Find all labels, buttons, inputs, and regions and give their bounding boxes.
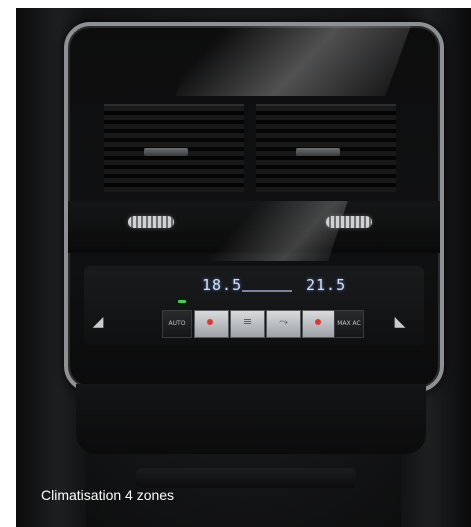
fan-level-display — [242, 278, 292, 292]
rear-console-housing: 18.5 21.5 ◢ AUTO ≡ ⤳ MAX AC ◣ — [64, 22, 444, 392]
fan-icon: ≡ — [242, 315, 253, 328]
top-border — [0, 0, 471, 8]
climate-button-row: ≡ ⤳ — [194, 310, 338, 338]
airflow-icon: ⤳ — [279, 315, 288, 328]
airflow-button: ⤳ — [266, 310, 301, 338]
storage-tray — [136, 468, 356, 488]
max-ac-button: MAX AC — [334, 310, 364, 338]
image-caption: Climatisation 4 zones — [41, 487, 175, 503]
climate-control-panel: 18.5 21.5 ◢ AUTO ≡ ⤳ MAX AC ◣ — [84, 266, 424, 346]
vent-slider-left — [144, 148, 188, 156]
reading-light-left — [128, 216, 174, 228]
temp-right-button — [302, 310, 337, 338]
air-vent-right — [256, 104, 396, 192]
console-trim-band — [68, 201, 440, 261]
vent-slider-right — [296, 148, 340, 156]
console-lower-trim — [76, 384, 426, 454]
reading-light-right — [326, 216, 372, 228]
glass-reflection — [175, 26, 411, 96]
heat-left-icon — [207, 319, 213, 325]
heat-right-icon — [315, 319, 321, 325]
temperature-right-display: 21.5 — [306, 276, 347, 294]
fan-button: ≡ — [230, 310, 265, 338]
seat-heat-left-icon: ◢ — [92, 314, 104, 330]
seat-heat-right-icon: ◣ — [394, 314, 406, 330]
car-rear-console-photo: 18.5 21.5 ◢ AUTO ≡ ⤳ MAX AC ◣ — [16, 8, 471, 527]
auto-led-indicator — [178, 300, 186, 303]
trim-reflection — [208, 201, 348, 261]
air-vent-left — [104, 104, 244, 192]
temperature-left-display: 18.5 — [202, 276, 243, 294]
temp-left-button — [194, 310, 229, 338]
auto-button: AUTO — [162, 310, 192, 338]
